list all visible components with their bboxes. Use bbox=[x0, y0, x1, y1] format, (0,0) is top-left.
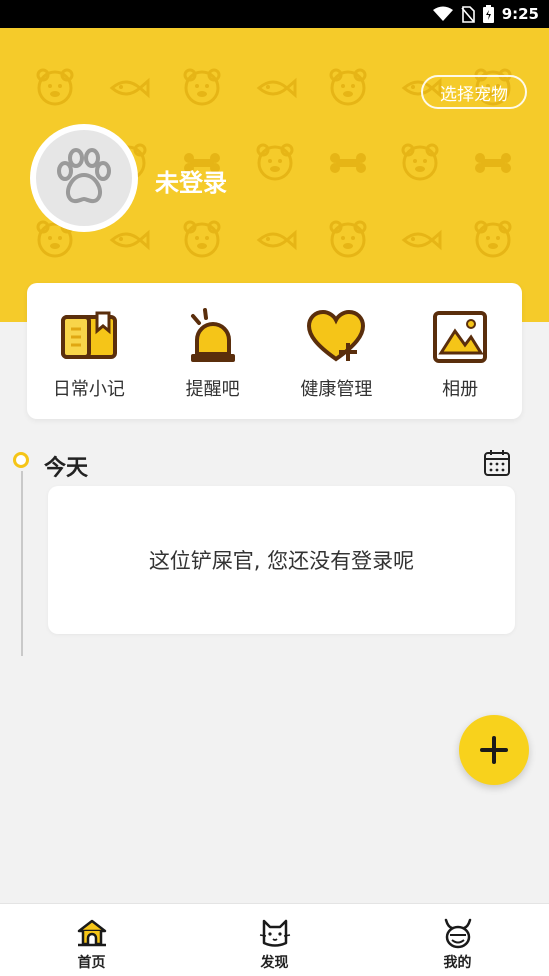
calendar-icon bbox=[484, 450, 510, 476]
cat-face-icon bbox=[259, 919, 290, 947]
quick-action-diary[interactable]: 日常小记 bbox=[30, 307, 148, 401]
timeline-line bbox=[21, 471, 23, 656]
username[interactable]: 未登录 bbox=[155, 163, 227, 198]
quick-action-label: 提醒吧 bbox=[185, 379, 240, 400]
timeline-empty-card: 这位铲屎官, 您还没有登录呢 bbox=[48, 486, 515, 634]
plus-icon bbox=[480, 736, 508, 764]
nav-mine[interactable]: 我的 bbox=[398, 904, 518, 972]
quick-action-reminder[interactable]: 提醒吧 bbox=[154, 307, 272, 401]
timeline-dot bbox=[13, 452, 29, 468]
nav-home[interactable]: 首页 bbox=[32, 904, 152, 972]
quick-action-album[interactable]: 相册 bbox=[401, 307, 519, 401]
nav-label: 发现 bbox=[260, 955, 289, 971]
battery-icon bbox=[482, 5, 494, 23]
quick-action-label: 健康管理 bbox=[300, 379, 373, 400]
profile-header: 选择宠物 未登录 bbox=[0, 28, 549, 322]
quick-action-health[interactable]: 健康管理 bbox=[277, 307, 395, 401]
nav-label: 我的 bbox=[443, 955, 472, 971]
select-pet-label: 选择宠物 bbox=[440, 84, 508, 105]
select-pet-button[interactable]: 选择宠物 bbox=[421, 75, 527, 109]
avatar-placeholder bbox=[36, 130, 132, 226]
status-bar: 9:25 bbox=[0, 0, 549, 28]
no-sim-icon bbox=[461, 5, 475, 23]
home-kennel-icon bbox=[77, 919, 106, 947]
empty-message: 这位铲屎官, 您还没有登录呢 bbox=[148, 549, 415, 573]
quick-actions-card: 日常小记 提醒吧 健康管理 相册 bbox=[27, 283, 522, 419]
photo-album-icon bbox=[433, 311, 488, 363]
alarm-light-icon bbox=[190, 308, 235, 362]
nav-discover[interactable]: 发现 bbox=[215, 904, 335, 972]
calendar-button[interactable] bbox=[483, 449, 511, 477]
wifi-icon bbox=[432, 6, 453, 21]
status-time: 9:25 bbox=[501, 5, 539, 23]
today-label: 今天 bbox=[44, 456, 89, 481]
quick-action-label: 日常小记 bbox=[52, 379, 125, 400]
nav-label: 首页 bbox=[77, 955, 106, 971]
paw-icon bbox=[57, 148, 111, 204]
add-record-button[interactable] bbox=[459, 715, 529, 785]
bottom-nav: 首页 发现 我的 bbox=[0, 903, 549, 976]
heart-plus-icon bbox=[307, 309, 366, 362]
quick-action-label: 相册 bbox=[442, 379, 479, 400]
diary-book-icon bbox=[60, 311, 117, 359]
avatar[interactable] bbox=[30, 124, 138, 232]
pet-head-icon bbox=[444, 918, 471, 949]
